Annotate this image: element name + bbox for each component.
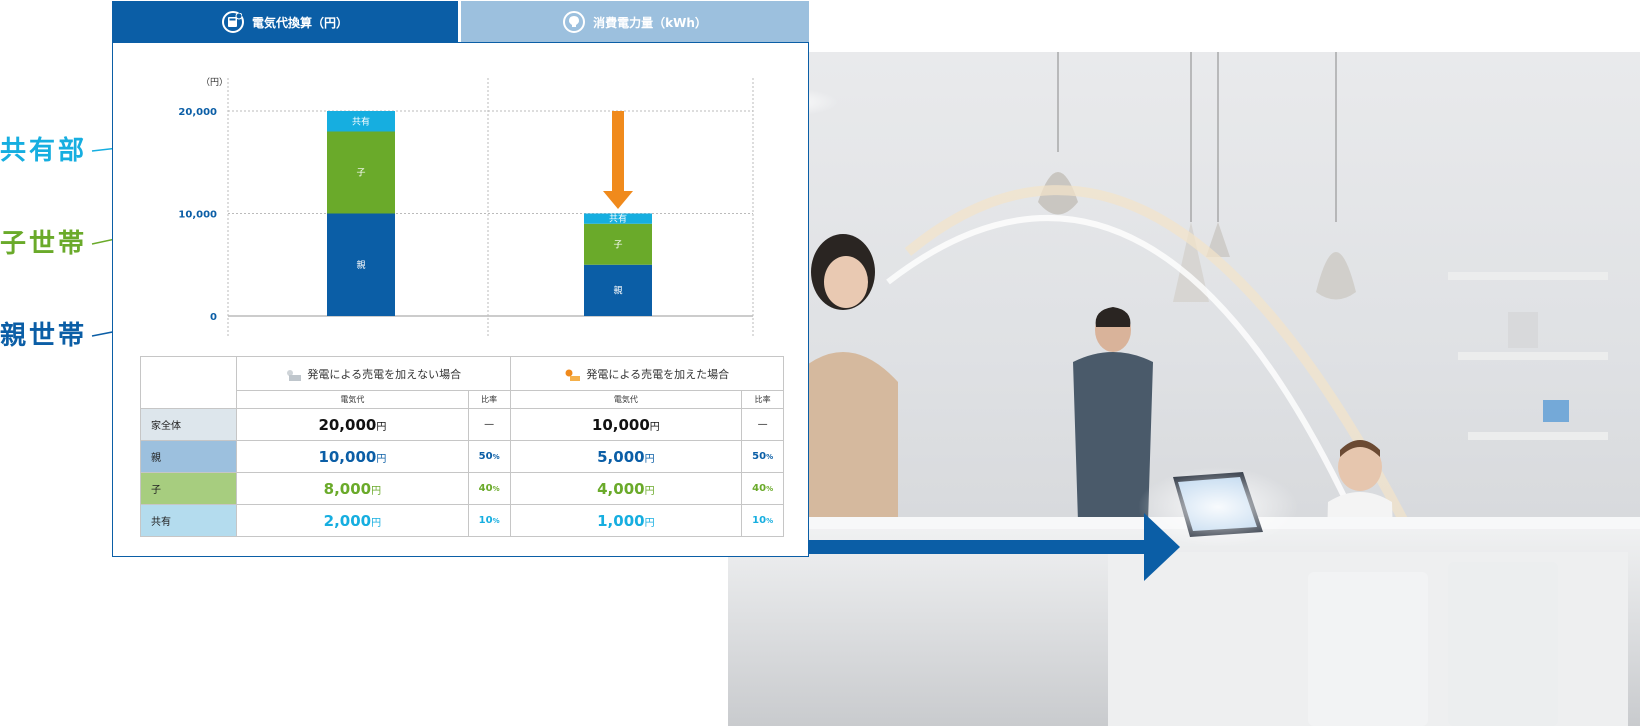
tab-power-consumption-label: 消費電力量（kWh） [593, 15, 707, 30]
kitchen-family-photo [728, 52, 1640, 726]
ratio-cell: 40% [741, 472, 784, 505]
cost-cell: 2,000円 [236, 504, 469, 537]
ratio-cell: 50% [741, 440, 784, 473]
cost-cell: 10,000円 [236, 440, 469, 473]
side-label-parent-household: 親世帯 [0, 321, 88, 351]
table-row: 子 8,000円 40% 4,000円 40% [139, 472, 784, 505]
cost-cell: 1,000円 [509, 504, 743, 537]
y-axis-unit: （円） [201, 77, 228, 88]
sun-solar-icon [564, 369, 581, 381]
reduction-arrow-shaft [612, 111, 624, 193]
table-row: 親 10,000円 50% 5,000円 50% [139, 440, 784, 473]
table-corner [139, 356, 238, 409]
cloud-sun-icon [285, 369, 302, 381]
cost-cell: 5,000円 [509, 440, 743, 473]
cost-cell: 20,000円 [236, 408, 469, 441]
table-header-without-sale: 発電による売電を加えない場合 [236, 356, 511, 391]
cost-cell: 8,000円 [236, 472, 469, 505]
tab-power-consumption[interactable]: 消費電力量（kWh） [461, 1, 809, 43]
ratio-cell: 40% [467, 472, 511, 505]
row-label: 家全体 [139, 408, 238, 441]
ratio-cell: 50% [467, 440, 511, 473]
tab-electricity-cost[interactable]: 電気代換算（円） [112, 1, 458, 43]
table-header-with-sale-label: 発電による売電を加えた場合 [586, 367, 730, 381]
bar-segment-label: 共有 [352, 115, 370, 127]
subheader-cost-2: 電気代 [509, 390, 743, 409]
bar-segment-label: 子 [613, 239, 622, 250]
table-header-with-sale: 発電による売電を加えた場合 [509, 356, 784, 391]
comparison-table: 発電による売電を加えない場合 発電による売電を加えた場合 電気代 比率 電気代 … [139, 356, 784, 537]
reduction-arrow-icon [603, 191, 633, 209]
table-header-without-sale-label: 発電による売電を加えない場合 [307, 367, 462, 381]
row-label: 子 [139, 472, 238, 505]
side-label-shared: 共有部 [0, 136, 88, 166]
calculator-icon [221, 11, 244, 33]
subheader-cost-1: 電気代 [236, 390, 469, 409]
subheader-ratio-2: 比率 [741, 390, 784, 409]
side-label-child-household: 子世帯 [0, 229, 88, 259]
cost-cell: 4,000円 [509, 472, 743, 505]
y-tick-label: 20,000 [178, 107, 217, 118]
chart-panel: （円） 20,000 10,000 0 親子共有親子共有 発電による売電を加えない場… [112, 42, 809, 557]
flow-arrow-icon [808, 513, 1180, 581]
cost-cell: 10,000円 [509, 408, 743, 441]
bar-segment-label: 親 [356, 259, 365, 271]
ratio-cell: — [467, 408, 511, 441]
bar-segment-label: 共有 [609, 213, 627, 225]
tab-bar: 電気代換算（円） 消費電力量（kWh） [112, 1, 809, 43]
photo-illustration [728, 52, 1640, 726]
row-label: 共有 [139, 504, 238, 537]
bar-segment-label: 子 [356, 168, 365, 179]
ratio-cell: 10% [741, 504, 784, 537]
ratio-cell: 10% [467, 504, 511, 537]
stacked-bar-chart: （円） 20,00010,0000 親子共有親子共有 [178, 77, 754, 338]
table-row: 共有 2,000円 10% 1,000円 10% [139, 504, 784, 537]
row-label: 親 [139, 440, 238, 473]
table-row: 家全体 20,000円 —10,000円 — [139, 408, 784, 441]
lightbulb-icon [563, 11, 586, 33]
y-tick-label: 0 [210, 312, 217, 323]
subheader-ratio-1: 比率 [467, 390, 511, 409]
bar-segment-label: 親 [613, 284, 622, 296]
ratio-cell: — [741, 408, 784, 441]
tab-electricity-cost-label: 電気代換算（円） [251, 15, 348, 30]
y-tick-label: 10,000 [178, 210, 217, 221]
page: 共有部 子世帯 親世帯 電気代換算（円） 消費電力量（kWh） （円） 20,0… [0, 0, 1640, 726]
